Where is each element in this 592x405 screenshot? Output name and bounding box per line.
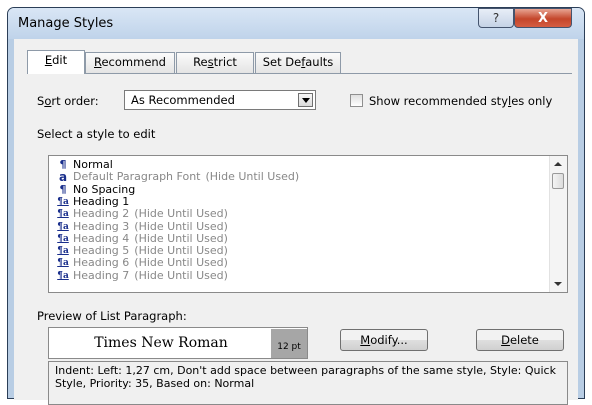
preview-font-name: Times New Roman	[94, 335, 228, 351]
tab-recommend[interactable]: Recommend	[85, 52, 175, 73]
style-list-item[interactable]: ¶ Normal	[55, 159, 113, 171]
paragraph-icon: ¶	[59, 182, 67, 196]
chevron-down-icon[interactable]	[298, 93, 313, 107]
style-list-item[interactable]: ¶a Heading 7 (Hide Until Used)	[55, 268, 228, 282]
style-list-item[interactable]: ¶a Heading 2 (Hide Until Used)	[55, 208, 228, 220]
character-icon: a	[58, 170, 68, 185]
linked-style-icon: ¶a	[57, 209, 69, 220]
style-visibility-note: (Hide Until Used)	[134, 256, 228, 270]
style-visibility-note: (Hide Until Used)	[134, 207, 228, 221]
style-name: Normal	[73, 158, 113, 171]
style-name: Heading 1	[73, 194, 130, 208]
style-visibility-note: (Hide Until Used)	[205, 170, 300, 184]
style-name: Heading 6	[73, 256, 130, 270]
manage-styles-dialog: Manage Styles ? X Edit Recommend Restric…	[7, 7, 585, 405]
style-list-item[interactable]: ¶a Heading 1	[55, 194, 130, 208]
preview-label: Preview of List Paragraph:	[37, 309, 187, 323]
scroll-down-icon[interactable]	[554, 282, 562, 286]
close-button[interactable]: X	[514, 8, 572, 28]
dialog-body: Edit Recommend Restrict Set Defaults Sor…	[14, 39, 578, 405]
style-list-item[interactable]: ¶a Heading 4 (Hide Until Used)	[55, 231, 228, 245]
style-name: Heading 4	[73, 231, 130, 245]
style-name: Heading 7	[73, 268, 130, 282]
style-list-item[interactable]: a Default Paragraph Font (Hide Until Used)	[55, 170, 300, 185]
linked-style-icon: ¶a	[57, 270, 69, 281]
select-style-label: Select a style to edit	[37, 127, 156, 141]
style-list-item[interactable]: ¶ No Spacing	[55, 182, 136, 196]
linked-style-icon: ¶a	[57, 258, 69, 269]
show-recommended-checkbox[interactable]	[350, 94, 363, 107]
title-bar: Manage Styles ? X	[8, 8, 584, 39]
close-icon: X	[537, 10, 549, 26]
dialog-title: Manage Styles	[18, 16, 114, 31]
style-visibility-note: (Hide Until Used)	[134, 268, 228, 282]
style-name: No Spacing	[73, 182, 136, 196]
style-name: Heading 3	[73, 219, 130, 233]
help-button[interactable]: ?	[478, 8, 514, 28]
delete-button[interactable]: Delete	[476, 329, 564, 351]
sort-order-select[interactable]: As Recommended	[124, 90, 316, 110]
style-list-item[interactable]: ¶a Heading 5 (Hide Until Used)	[55, 245, 228, 257]
style-visibility-note: (Hide Until Used)	[134, 219, 228, 233]
modify-button[interactable]: Modify...	[340, 329, 428, 351]
style-name: Heading 5	[73, 244, 130, 258]
linked-style-icon: ¶a	[57, 196, 69, 207]
style-name: Default Paragraph Font	[73, 170, 201, 184]
linked-style-icon: ¶a	[57, 246, 69, 257]
screenshot-frame: Manage Styles ? X Edit Recommend Restric…	[0, 0, 592, 405]
style-description: Indent: Left: 1,27 cm, Don't add space b…	[48, 361, 568, 405]
style-list[interactable]: ¶ Normal a Default Paragraph Font (Hide Unti…	[48, 155, 568, 293]
vertical-scrollbar[interactable]	[549, 156, 567, 292]
style-preview: Times New Roman 12 pt	[48, 327, 308, 359]
paragraph-icon: ¶	[59, 158, 67, 171]
style-list-item[interactable]: ¶a Heading 6 (Hide Until Used)	[55, 257, 228, 269]
scroll-thumb[interactable]	[552, 173, 564, 189]
style-list-item[interactable]: ¶a Heading 3 (Hide Until Used)	[55, 219, 228, 233]
style-visibility-note: (Hide Until Used)	[134, 244, 228, 258]
linked-style-icon: ¶a	[57, 221, 69, 232]
scroll-up-icon[interactable]	[554, 162, 562, 166]
tab-set-defaults[interactable]: Set Defaults	[255, 52, 341, 73]
sort-order-label: Sort order:	[37, 94, 99, 108]
preview-font-size: 12 pt	[271, 329, 307, 358]
question-icon: ?	[492, 11, 500, 25]
linked-style-icon: ¶a	[57, 233, 69, 244]
tab-edit[interactable]: Edit	[27, 50, 85, 74]
style-name: Heading 2	[73, 207, 130, 221]
sort-order-value: As Recommended	[131, 93, 235, 107]
style-visibility-note: (Hide Until Used)	[134, 231, 228, 245]
tab-restrict[interactable]: Restrict	[176, 52, 254, 73]
show-recommended-label[interactable]: Show recommended styles only	[369, 94, 552, 108]
